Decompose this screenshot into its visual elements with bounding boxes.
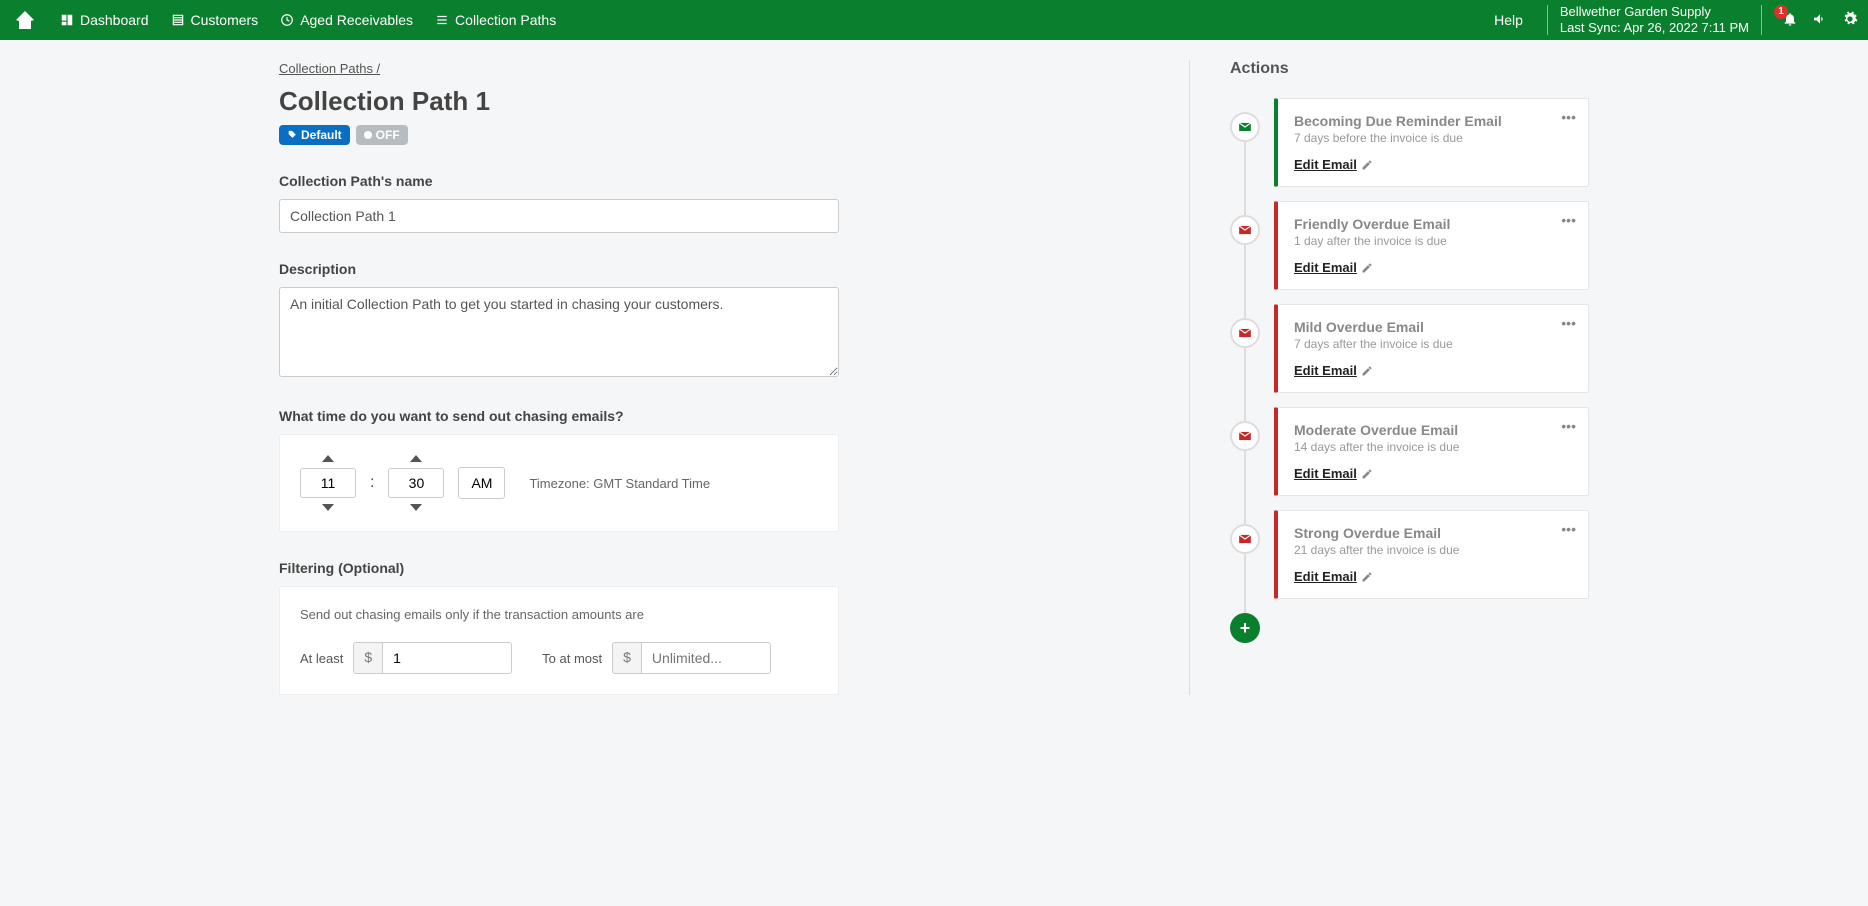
action-title: Moderate Overdue Email — [1294, 422, 1572, 438]
action-subtitle: 21 days after the invoice is due — [1294, 543, 1572, 557]
envelope-icon — [1230, 421, 1260, 451]
off-badge[interactable]: OFF — [356, 125, 408, 145]
edit-email-link[interactable]: Edit Email — [1294, 466, 1373, 481]
timezone-text: Timezone: GMT Standard Time — [529, 476, 710, 491]
company-name: Bellwether Garden Supply — [1560, 4, 1749, 20]
action-item: •••Friendly Overdue Email 1 day after the… — [1246, 201, 1589, 290]
action-card: •••Moderate Overdue Email 14 days after t… — [1274, 407, 1589, 496]
action-title: Becoming Due Reminder Email — [1294, 113, 1572, 129]
hour-input[interactable] — [300, 468, 356, 498]
plus-icon: + — [1240, 619, 1251, 637]
edit-email-link[interactable]: Edit Email — [1294, 363, 1373, 378]
action-title: Strong Overdue Email — [1294, 525, 1572, 541]
action-card: •••Becoming Due Reminder Email 7 days bef… — [1274, 98, 1589, 187]
nav-dashboard[interactable]: Dashboard — [60, 12, 149, 28]
divider — [1761, 5, 1762, 35]
minute-down-arrow[interactable] — [410, 504, 422, 511]
default-badge-label: Default — [301, 128, 342, 142]
edit-email-link[interactable]: Edit Email — [1294, 569, 1373, 584]
nav-aged-label: Aged Receivables — [300, 12, 413, 28]
action-item: •••Moderate Overdue Email 14 days after t… — [1246, 407, 1589, 496]
envelope-icon — [1230, 215, 1260, 245]
action-menu-button[interactable]: ••• — [1561, 109, 1576, 125]
action-title: Mild Overdue Email — [1294, 319, 1572, 335]
name-label: Collection Path's name — [279, 173, 1149, 189]
envelope-icon — [1230, 318, 1260, 348]
bullhorn-icon — [1812, 11, 1828, 27]
divider — [1547, 5, 1548, 35]
action-subtitle: 7 days after the invoice is due — [1294, 337, 1572, 351]
nav-customers-label: Customers — [191, 12, 259, 28]
action-menu-button[interactable]: ••• — [1561, 315, 1576, 331]
filtering-label: Filtering (Optional) — [279, 560, 1149, 576]
edit-email-link[interactable]: Edit Email — [1294, 157, 1373, 172]
description-textarea[interactable]: An initial Collection Path to get you st… — [279, 287, 839, 377]
action-item: •••Mild Overdue Email 7 days after the in… — [1246, 304, 1589, 393]
at-least-label: At least — [300, 651, 343, 666]
action-title: Friendly Overdue Email — [1294, 216, 1572, 232]
action-card: •••Friendly Overdue Email 1 day after the… — [1274, 201, 1589, 290]
add-action-button[interactable]: + — [1230, 613, 1260, 643]
top-nav: Dashboard Customers Aged Receivables Col… — [0, 0, 1868, 40]
filtering-hint: Send out chasing emails only if the tran… — [300, 607, 818, 622]
hour-up-arrow[interactable] — [322, 455, 334, 462]
name-input[interactable] — [279, 199, 839, 233]
ampm-toggle[interactable]: AM — [458, 467, 505, 499]
action-menu-button[interactable]: ••• — [1561, 212, 1576, 228]
currency-symbol: $ — [353, 642, 382, 674]
envelope-icon — [1230, 524, 1260, 554]
minute-input[interactable] — [388, 468, 444, 498]
settings-button[interactable] — [1842, 11, 1858, 30]
time-label: What time do you want to send out chasin… — [279, 408, 1149, 424]
nav-dashboard-label: Dashboard — [80, 12, 149, 28]
description-label: Description — [279, 261, 1149, 277]
app-logo[interactable] — [10, 5, 40, 35]
action-menu-button[interactable]: ••• — [1561, 521, 1576, 537]
announcements-button[interactable] — [1812, 11, 1828, 30]
action-menu-button[interactable]: ••• — [1561, 418, 1576, 434]
action-subtitle: 7 days before the invoice is due — [1294, 131, 1572, 145]
breadcrumb[interactable]: Collection Paths / — [279, 61, 380, 76]
action-item: •••Becoming Due Reminder Email 7 days bef… — [1246, 98, 1589, 187]
nav-customers[interactable]: Customers — [171, 12, 259, 28]
notifications-button[interactable]: 1 — [1782, 11, 1798, 30]
at-most-label: To at most — [542, 651, 602, 666]
default-badge: Default — [279, 125, 350, 145]
hour-down-arrow[interactable] — [322, 504, 334, 511]
off-badge-label: OFF — [376, 128, 400, 142]
minute-up-arrow[interactable] — [410, 455, 422, 462]
action-card: •••Mild Overdue Email 7 days after the in… — [1274, 304, 1589, 393]
page-title: Collection Path 1 — [279, 86, 1149, 117]
at-least-input[interactable] — [382, 642, 512, 674]
nav-aged-receivables[interactable]: Aged Receivables — [280, 12, 413, 28]
actions-timeline: •••Becoming Due Reminder Email7 days bef… — [1230, 98, 1589, 643]
time-colon: : — [370, 474, 374, 492]
notification-count-badge: 1 — [1774, 5, 1788, 19]
action-card: •••Strong Overdue Email 21 days after the… — [1274, 510, 1589, 599]
edit-email-link[interactable]: Edit Email — [1294, 260, 1373, 275]
action-item: •••Strong Overdue Email 21 days after the… — [1246, 510, 1589, 599]
company-info: Bellwether Garden Supply Last Sync: Apr … — [1560, 4, 1749, 35]
at-most-input[interactable] — [641, 642, 771, 674]
currency-symbol: $ — [612, 642, 641, 674]
envelope-icon — [1230, 112, 1260, 142]
action-subtitle: 1 day after the invoice is due — [1294, 234, 1572, 248]
help-link[interactable]: Help — [1494, 12, 1523, 28]
nav-paths-label: Collection Paths — [455, 12, 556, 28]
action-subtitle: 14 days after the invoice is due — [1294, 440, 1572, 454]
nav-collection-paths[interactable]: Collection Paths — [435, 12, 556, 28]
gear-icon — [1842, 11, 1858, 27]
status-dot-icon — [364, 131, 372, 139]
last-sync: Last Sync: Apr 26, 2022 7:11 PM — [1560, 20, 1749, 36]
actions-heading: Actions — [1230, 60, 1589, 78]
